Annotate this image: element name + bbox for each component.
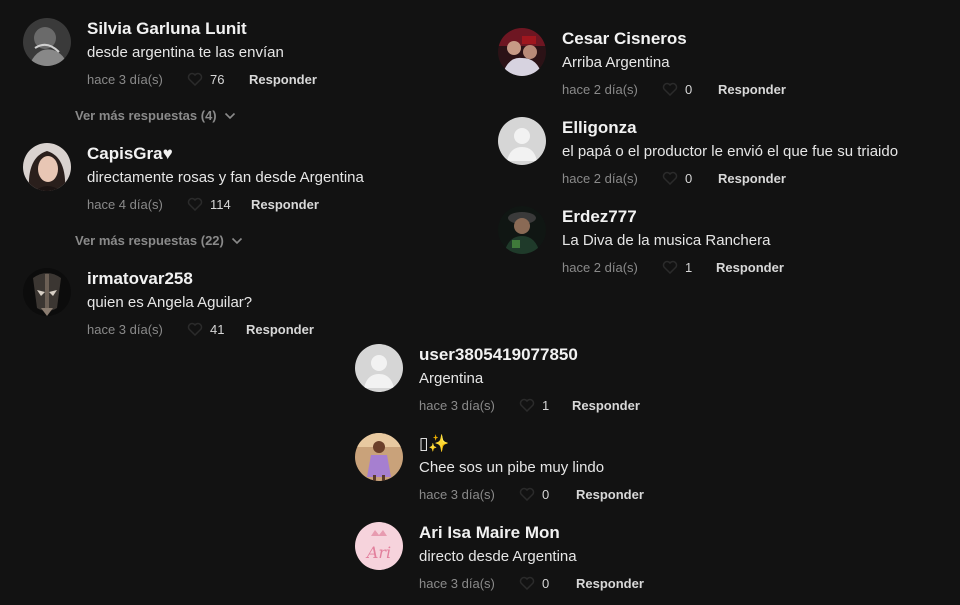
comment-text: Arriba Argentina (562, 54, 670, 71)
comments-panel: Silvia Garluna Lunit desde argentina te … (0, 0, 960, 605)
comment-time: hace 4 día(s) (87, 196, 163, 212)
avatar[interactable] (23, 268, 71, 316)
comment-text: directamente rosas y fan desde Argentina (87, 169, 364, 186)
avatar-image (498, 28, 546, 76)
comment-item: user3805419077850 Argentina hace 3 día(s… (355, 344, 640, 414)
comment-username[interactable]: ▯✨ (419, 433, 644, 455)
avatar[interactable] (355, 344, 403, 392)
comment-text: quien es Angela Aguilar? (87, 294, 253, 311)
heart-outline-icon (519, 398, 535, 412)
comment-text: Chee sos un pibe muy lindo (419, 459, 605, 476)
view-more-replies-button[interactable]: Ver más respuestas (22) (75, 233, 243, 248)
avatar[interactable] (498, 117, 546, 165)
comment-item: Silvia Garluna Lunit desde argentina te … (23, 18, 317, 88)
comment-username[interactable]: user3805419077850 (419, 344, 640, 366)
like-button[interactable]: 0 (519, 576, 576, 591)
avatar[interactable] (498, 206, 546, 254)
heart-outline-icon (187, 322, 203, 336)
view-more-replies-label: Ver más respuestas (4) (75, 108, 217, 123)
like-count: 0 (542, 486, 550, 502)
comment-text: el papá o el productor le envió el que f… (562, 143, 899, 160)
avatar[interactable]: Ari (355, 522, 403, 570)
like-button[interactable]: 1 (519, 398, 572, 413)
comment-text: desde argentina te las envían (87, 44, 284, 61)
reply-button[interactable]: Responder (716, 260, 784, 275)
comment-time: hace 3 día(s) (419, 486, 495, 502)
avatar[interactable] (355, 433, 403, 481)
comment-text: Argentina (419, 370, 484, 387)
comment-item: Erdez777 La Diva de la musica Ranchera h… (498, 206, 784, 276)
avatar[interactable] (23, 18, 71, 66)
comment-username[interactable]: Ari Isa Maire Mon (419, 522, 644, 544)
like-count: 114 (210, 196, 231, 212)
like-button[interactable]: 0 (662, 82, 718, 97)
comment-time: hace 2 día(s) (562, 170, 638, 186)
like-count: 0 (542, 575, 550, 591)
reply-button[interactable]: Responder (572, 398, 640, 413)
like-button[interactable]: 114 (187, 197, 251, 212)
avatar-image (23, 18, 71, 66)
heart-outline-icon (662, 171, 678, 185)
like-button[interactable]: 0 (519, 487, 576, 502)
comment-time: hace 3 día(s) (87, 71, 163, 87)
comment-username[interactable]: Silvia Garluna Lunit (87, 18, 317, 40)
reply-button[interactable]: Responder (576, 487, 644, 502)
comment-time: hace 3 día(s) (419, 575, 495, 591)
heart-outline-icon (187, 197, 203, 211)
comment-time: hace 2 día(s) (562, 81, 638, 97)
avatar-image (23, 143, 71, 191)
like-button[interactable]: 1 (662, 260, 716, 275)
view-more-replies-label: Ver más respuestas (22) (75, 233, 224, 248)
comment-username[interactable]: irmatovar258 (87, 268, 314, 290)
heart-outline-icon (662, 260, 678, 274)
comment-username[interactable]: Cesar Cisneros (562, 28, 786, 50)
comment-item: Cesar Cisneros Arriba Argentina hace 2 d… (498, 28, 786, 98)
default-avatar-icon (355, 344, 403, 392)
avatar[interactable] (498, 28, 546, 76)
comment-username[interactable]: CapisGra♥ (87, 143, 364, 165)
avatar-image (498, 206, 546, 254)
comment-item: irmatovar258 quien es Angela Aguilar? ha… (23, 268, 314, 338)
chevron-down-icon (231, 237, 242, 244)
reply-button[interactable]: Responder (576, 576, 644, 591)
avatar-image: Ari (355, 522, 403, 570)
like-button[interactable]: 41 (187, 322, 246, 337)
comment-username[interactable]: Elligonza (562, 117, 898, 139)
reply-button[interactable]: Responder (246, 322, 314, 337)
reply-button[interactable]: Responder (718, 171, 786, 186)
default-avatar-icon (498, 117, 546, 165)
heart-outline-icon (662, 82, 678, 96)
like-count: 0 (685, 170, 693, 186)
svg-text:Ari: Ari (365, 543, 391, 562)
heart-outline-icon (519, 487, 535, 501)
comment-text: directo desde Argentina (419, 548, 577, 565)
comment-item: Ari Ari Isa Maire Mon directo desde Arge… (355, 522, 644, 592)
avatar-image (355, 433, 403, 481)
comment-time: hace 2 día(s) (562, 259, 638, 275)
comment-username[interactable]: Erdez777 (562, 206, 784, 228)
reply-button[interactable]: Responder (249, 72, 317, 87)
comment-text: La Diva de la musica Ranchera (562, 232, 771, 249)
like-count: 1 (685, 259, 693, 275)
comment-time: hace 3 día(s) (87, 321, 163, 337)
reply-button[interactable]: Responder (251, 197, 319, 212)
heart-outline-icon (519, 576, 535, 590)
comment-time: hace 3 día(s) (419, 397, 495, 413)
heart-outline-icon (187, 72, 203, 86)
like-count: 0 (685, 81, 693, 97)
reply-button[interactable]: Responder (718, 82, 786, 97)
avatar-image (23, 268, 71, 316)
comment-item: Elligonza el papá o el productor le envi… (498, 117, 898, 187)
avatar[interactable] (23, 143, 71, 191)
like-count: 41 (210, 321, 225, 337)
like-count: 76 (210, 71, 225, 87)
view-more-replies-button[interactable]: Ver más respuestas (4) (75, 108, 236, 123)
like-button[interactable]: 0 (662, 171, 718, 186)
comment-item: ▯✨ Chee sos un pibe muy lindo hace 3 día… (355, 433, 644, 503)
comment-item: CapisGra♥ directamente rosas y fan desde… (23, 143, 364, 213)
chevron-down-icon (224, 112, 235, 119)
like-button[interactable]: 76 (187, 72, 249, 87)
like-count: 1 (542, 397, 550, 413)
